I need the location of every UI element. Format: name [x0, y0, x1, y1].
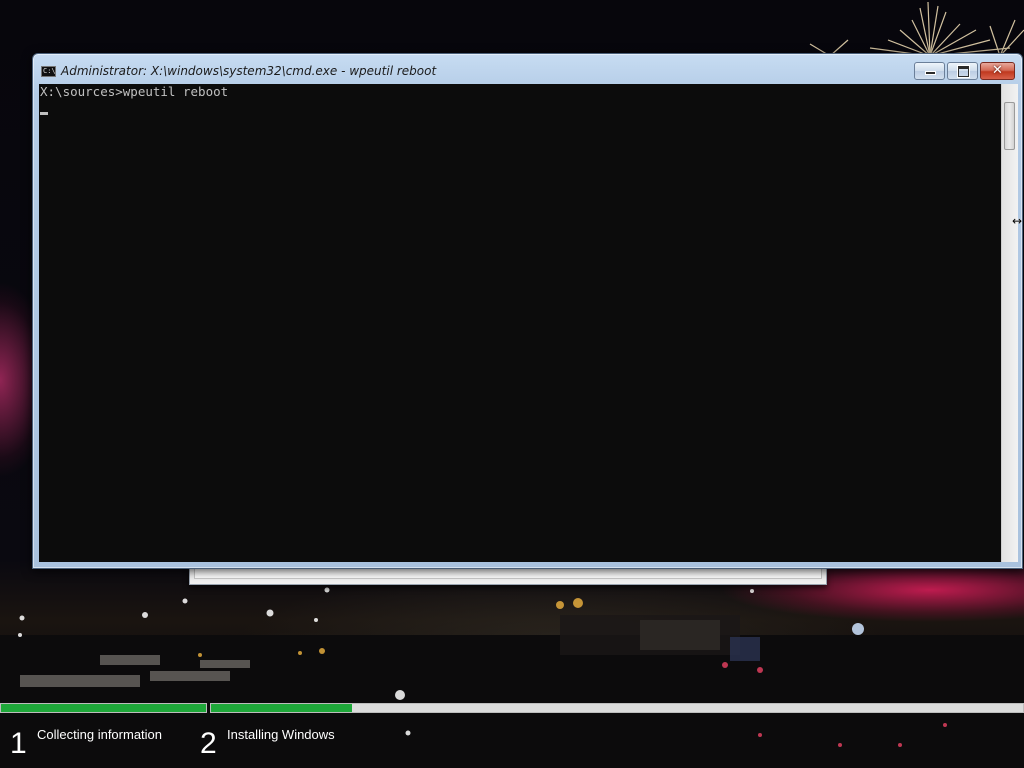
close-button[interactable]: ✕: [980, 62, 1015, 80]
maximize-icon: [958, 66, 969, 77]
vertical-scrollbar[interactable]: [1001, 84, 1018, 562]
minimize-icon: [926, 72, 935, 74]
cmd-window[interactable]: C:\ Administrator: X:\windows\system32\c…: [32, 53, 1023, 569]
console-line: X:\sources>wpeutil reboot: [40, 84, 229, 99]
resize-cursor-icon: ↔: [1012, 214, 1023, 228]
title-bar[interactable]: C:\ Administrator: X:\windows\system32\c…: [33, 54, 1022, 84]
progress-bar-step-2: [210, 703, 1024, 713]
console-output[interactable]: X:\sources>wpeutil reboot: [39, 84, 1001, 562]
window-title: Administrator: X:\windows\system32\cmd.e…: [61, 64, 437, 78]
step-label: Installing Windows: [227, 727, 335, 742]
minimize-button[interactable]: [914, 62, 945, 80]
cmd-icon[interactable]: C:\: [41, 66, 56, 77]
firework-burst: [809, 1, 1024, 56]
maximize-button[interactable]: [947, 62, 978, 80]
text-cursor: [40, 112, 48, 115]
close-icon: ✕: [992, 63, 1003, 78]
step-number: 2: [200, 727, 217, 760]
step-number: 1: [10, 727, 27, 760]
step-label: Collecting information: [37, 727, 163, 742]
progress-fill-step-1: [1, 704, 206, 712]
progress-bar-step-1: [0, 703, 207, 713]
scrollbar-thumb[interactable]: [1004, 102, 1015, 150]
setup-dialog-background: [189, 568, 827, 585]
progress-fill-step-2: [211, 704, 353, 712]
